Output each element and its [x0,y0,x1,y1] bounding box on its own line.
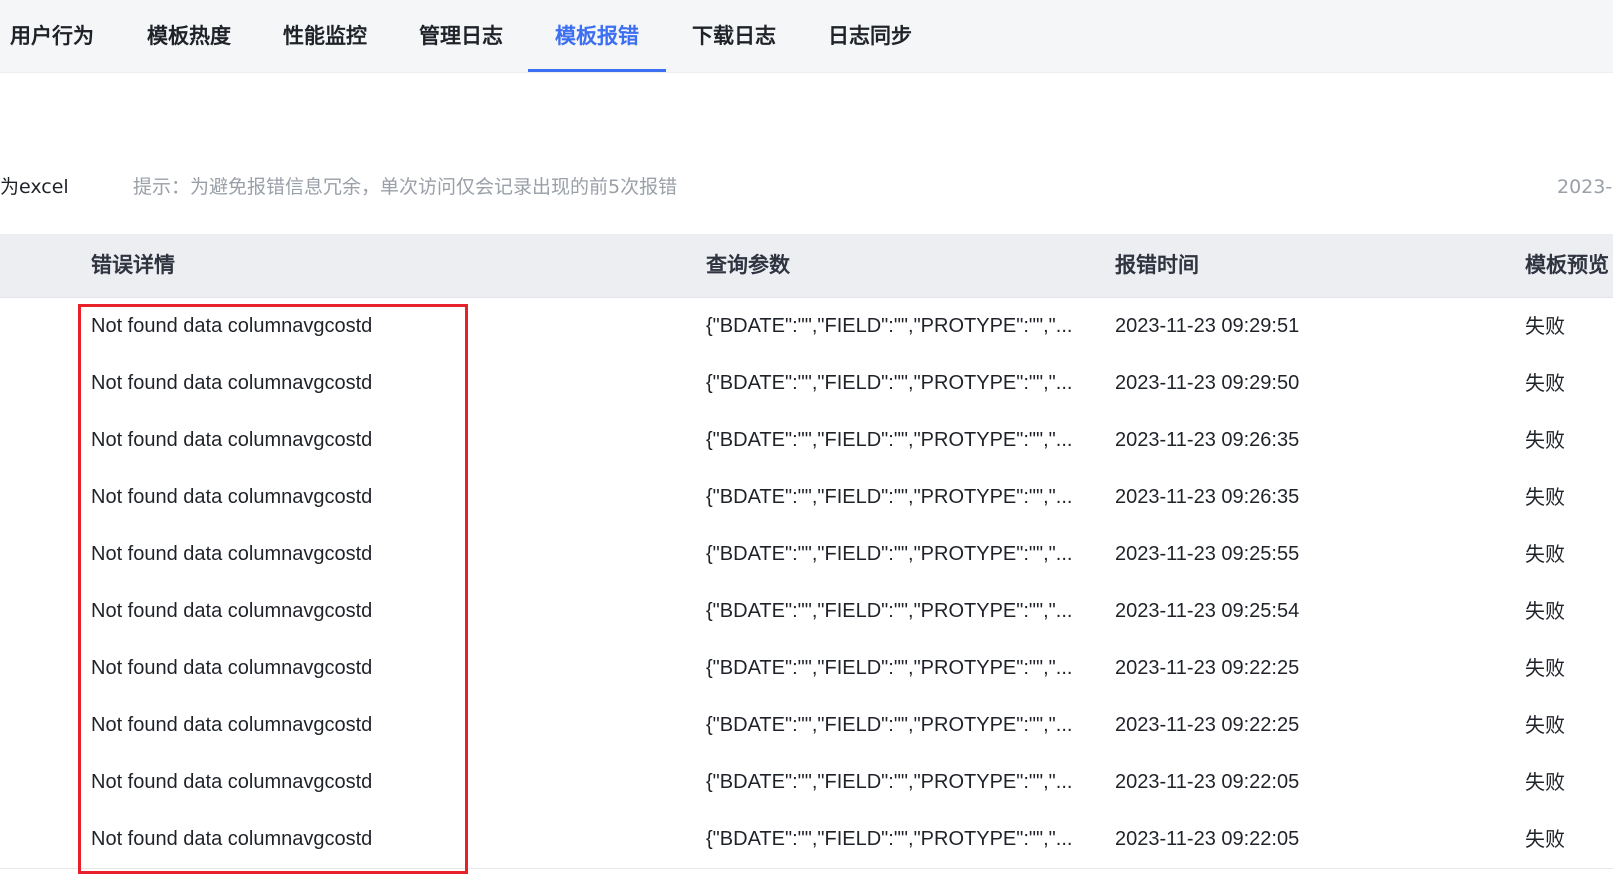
table-row[interactable]: Not found data columnavgcostd {"BDATE":""… [0,640,1613,698]
error-detail-cell: Not found data columnavgcostd [91,372,373,394]
table-row[interactable]: Not found data columnavgcostd {"BDATE":""… [0,583,1613,641]
tab-user-behavior[interactable]: 用户行为 [0,0,104,72]
table-row[interactable]: Not found data columnavgcostd {"BDATE":""… [0,355,1613,413]
query-params-cell: {"BDATE":"","FIELD":"","PROTYPE":"","... [706,429,1073,451]
tab-performance-monitor[interactable]: 性能监控 [273,0,377,72]
error-time-cell: 2023-11-23 09:22:05 [1115,771,1300,793]
error-time-cell: 2023-11-23 09:22:25 [1115,714,1300,736]
preview-status-cell: 失败 [1525,827,1565,851]
error-detail-cell: Not found data columnavgcostd [91,714,373,736]
export-excel-button[interactable]: 为excel [0,174,69,200]
query-params-cell: {"BDATE":"","FIELD":"","PROTYPE":"","... [706,600,1073,622]
preview-status-cell: 失败 [1525,656,1565,680]
hint-text: 提示：为避免报错信息冗余，单次访问仅会记录出现的前5次报错 [133,176,678,198]
date-range-picker[interactable]: 2023- [1557,174,1612,200]
error-time-cell: 2023-11-23 09:22:25 [1115,657,1300,679]
error-time-cell: 2023-11-23 09:22:05 [1115,828,1300,850]
preview-status-cell: 失败 [1525,599,1565,623]
preview-status-cell: 失败 [1525,542,1565,566]
table-row[interactable]: Not found data columnavgcostd {"BDATE":""… [0,526,1613,584]
preview-status-cell: 失败 [1525,713,1565,737]
error-detail-cell: Not found data columnavgcostd [91,828,373,850]
table-row[interactable]: Not found data columnavgcostd {"BDATE":""… [0,697,1613,755]
table-row[interactable]: Not found data columnavgcostd {"BDATE":""… [0,754,1613,812]
table-row[interactable]: Not found data columnavgcostd {"BDATE":""… [0,469,1613,527]
tab-admin-log[interactable]: 管理日志 [409,0,513,72]
error-detail-cell: Not found data columnavgcostd [91,315,373,337]
tab-download-log[interactable]: 下载日志 [682,0,786,72]
error-time-cell: 2023-11-23 09:26:35 [1115,486,1300,508]
error-detail-cell: Not found data columnavgcostd [91,429,373,451]
query-params-cell: {"BDATE":"","FIELD":"","PROTYPE":"","... [706,828,1073,850]
error-detail-cell: Not found data columnavgcostd [91,657,373,679]
preview-status-cell: 失败 [1525,428,1565,452]
query-params-cell: {"BDATE":"","FIELD":"","PROTYPE":"","... [706,315,1073,337]
query-params-cell: {"BDATE":"","FIELD":"","PROTYPE":"","... [706,372,1073,394]
preview-status-cell: 失败 [1525,485,1565,509]
tab-template-errors[interactable]: 模板报错 [528,0,666,72]
preview-status-cell: 失败 [1525,314,1565,338]
error-time-cell: 2023-11-23 09:29:50 [1115,372,1300,394]
query-params-cell: {"BDATE":"","FIELD":"","PROTYPE":"","... [706,771,1073,793]
table-row[interactable]: Not found data columnavgcostd {"BDATE":""… [0,298,1613,356]
error-detail-cell: Not found data columnavgcostd [91,486,373,508]
column-header-error-time[interactable]: 报错时间 [1115,234,1475,297]
tab-template-popularity[interactable]: 模板热度 [137,0,241,72]
error-detail-cell: Not found data columnavgcostd [91,771,373,793]
table-header: 错误详情 查询参数 报错时间 模板预览 [0,234,1613,298]
preview-status-cell: 失败 [1525,371,1565,395]
tab-bar: 用户行为 模板热度 性能监控 管理日志 模板报错 下载日志 日志同步 [0,0,1613,73]
error-detail-cell: Not found data columnavgcostd [91,600,373,622]
table-row[interactable]: Not found data columnavgcostd {"BDATE":""… [0,412,1613,470]
preview-status-cell: 失败 [1525,770,1565,794]
error-time-cell: 2023-11-23 09:29:51 [1115,315,1300,337]
error-detail-cell: Not found data columnavgcostd [91,543,373,565]
error-time-cell: 2023-11-23 09:25:55 [1115,543,1300,565]
column-header-template-preview[interactable]: 模板预览 [1525,234,1609,297]
query-params-cell: {"BDATE":"","FIELD":"","PROTYPE":"","... [706,543,1073,565]
table-row[interactable]: Not found data columnavgcostd {"BDATE":""… [0,811,1613,869]
error-time-cell: 2023-11-23 09:25:54 [1115,600,1300,622]
column-header-query-params[interactable]: 查询参数 [706,234,1096,297]
error-time-cell: 2023-11-23 09:26:35 [1115,429,1300,451]
query-params-cell: {"BDATE":"","FIELD":"","PROTYPE":"","... [706,486,1073,508]
query-params-cell: {"BDATE":"","FIELD":"","PROTYPE":"","... [706,714,1073,736]
tab-log-sync[interactable]: 日志同步 [818,0,922,72]
column-header-error-detail[interactable]: 错误详情 [91,234,671,297]
query-params-cell: {"BDATE":"","FIELD":"","PROTYPE":"","... [706,657,1073,679]
